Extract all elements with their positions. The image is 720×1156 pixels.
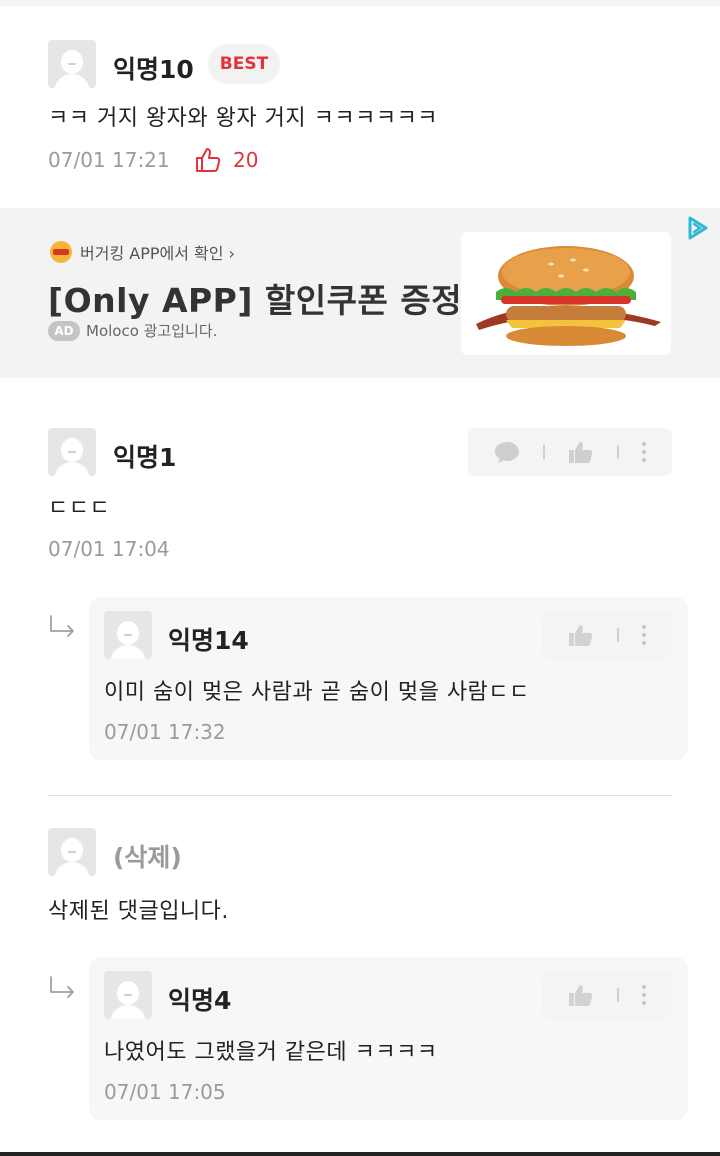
reply-content: 이미 숨이 멎은 사람과 곧 숨이 멎을 사람ㄷㄷ — [104, 680, 530, 705]
comment-time: 07/01 17:04 — [48, 537, 170, 561]
reply-nickname[interactable]: 익명4 — [168, 981, 231, 1017]
ad-burger-image[interactable] — [461, 232, 671, 355]
ad-disclosure: AD Moloco 광고입니다. — [48, 320, 217, 341]
bottom-edge — [0, 1152, 720, 1156]
thumbs-up-icon[interactable] — [568, 440, 594, 464]
reply-content: 나였어도 그랬을거 같은데 ㅋㅋㅋㅋ — [104, 1040, 438, 1065]
comment-time: 07/01 17:21 — [48, 148, 170, 172]
top-divider — [0, 0, 720, 6]
best-badge: BEST — [208, 44, 280, 84]
like-count: 20 — [233, 148, 259, 172]
ad-label-pill: AD — [48, 320, 80, 341]
more-dots-icon[interactable] — [642, 625, 647, 645]
separator — [616, 628, 619, 642]
separator — [616, 988, 619, 1002]
reply-actions — [542, 971, 672, 1019]
ad-title[interactable]: [Only APP] 할인쿠폰 증정 — [48, 274, 462, 322]
comment-nickname[interactable]: 익명10 — [113, 50, 194, 86]
burger-king-logo — [50, 241, 72, 263]
comment-actions — [468, 428, 672, 476]
reply-time: 07/01 17:05 — [104, 1080, 226, 1104]
comment-bubble-icon[interactable] — [494, 440, 520, 464]
avatar[interactable] — [48, 40, 96, 88]
ad-choices-icon[interactable] — [684, 214, 712, 242]
avatar[interactable] — [104, 971, 152, 1019]
reply-nickname[interactable]: 익명14 — [168, 621, 249, 657]
comment-content: ㄷㄷㄷ — [48, 496, 111, 521]
separator — [617, 445, 620, 459]
ad-advertiser: Moloco 광고입니다. — [86, 322, 218, 340]
thumbs-up-icon[interactable] — [568, 623, 594, 647]
comment-content: ㅋㅋ 거지 왕자와 왕자 거지 ㅋㅋㅋㅋㅋㅋ — [48, 106, 439, 131]
more-dots-icon[interactable] — [642, 442, 647, 462]
avatar — [48, 828, 96, 876]
comment-nickname[interactable]: 익명1 — [113, 438, 176, 474]
reply-arrow-icon — [50, 976, 74, 998]
separator — [542, 445, 545, 459]
reply-actions — [542, 611, 672, 659]
more-dots-icon[interactable] — [642, 985, 647, 1005]
ad-brand-text: 버거킹 APP에서 확인 › — [80, 244, 235, 263]
ad-brand-link[interactable]: 버거킹 APP에서 확인 › — [50, 240, 235, 264]
reply-time: 07/01 17:32 — [104, 720, 226, 744]
reply-arrow-icon — [50, 615, 74, 637]
comment-divider — [48, 795, 672, 796]
thumbs-up-icon[interactable] — [568, 983, 594, 1007]
comment-content: 삭제된 댓글입니다. — [48, 899, 229, 924]
avatar[interactable] — [48, 428, 96, 476]
avatar[interactable] — [104, 611, 152, 659]
comment-nickname: (삭제) — [113, 843, 182, 872]
thumbs-up-icon[interactable] — [194, 146, 222, 174]
